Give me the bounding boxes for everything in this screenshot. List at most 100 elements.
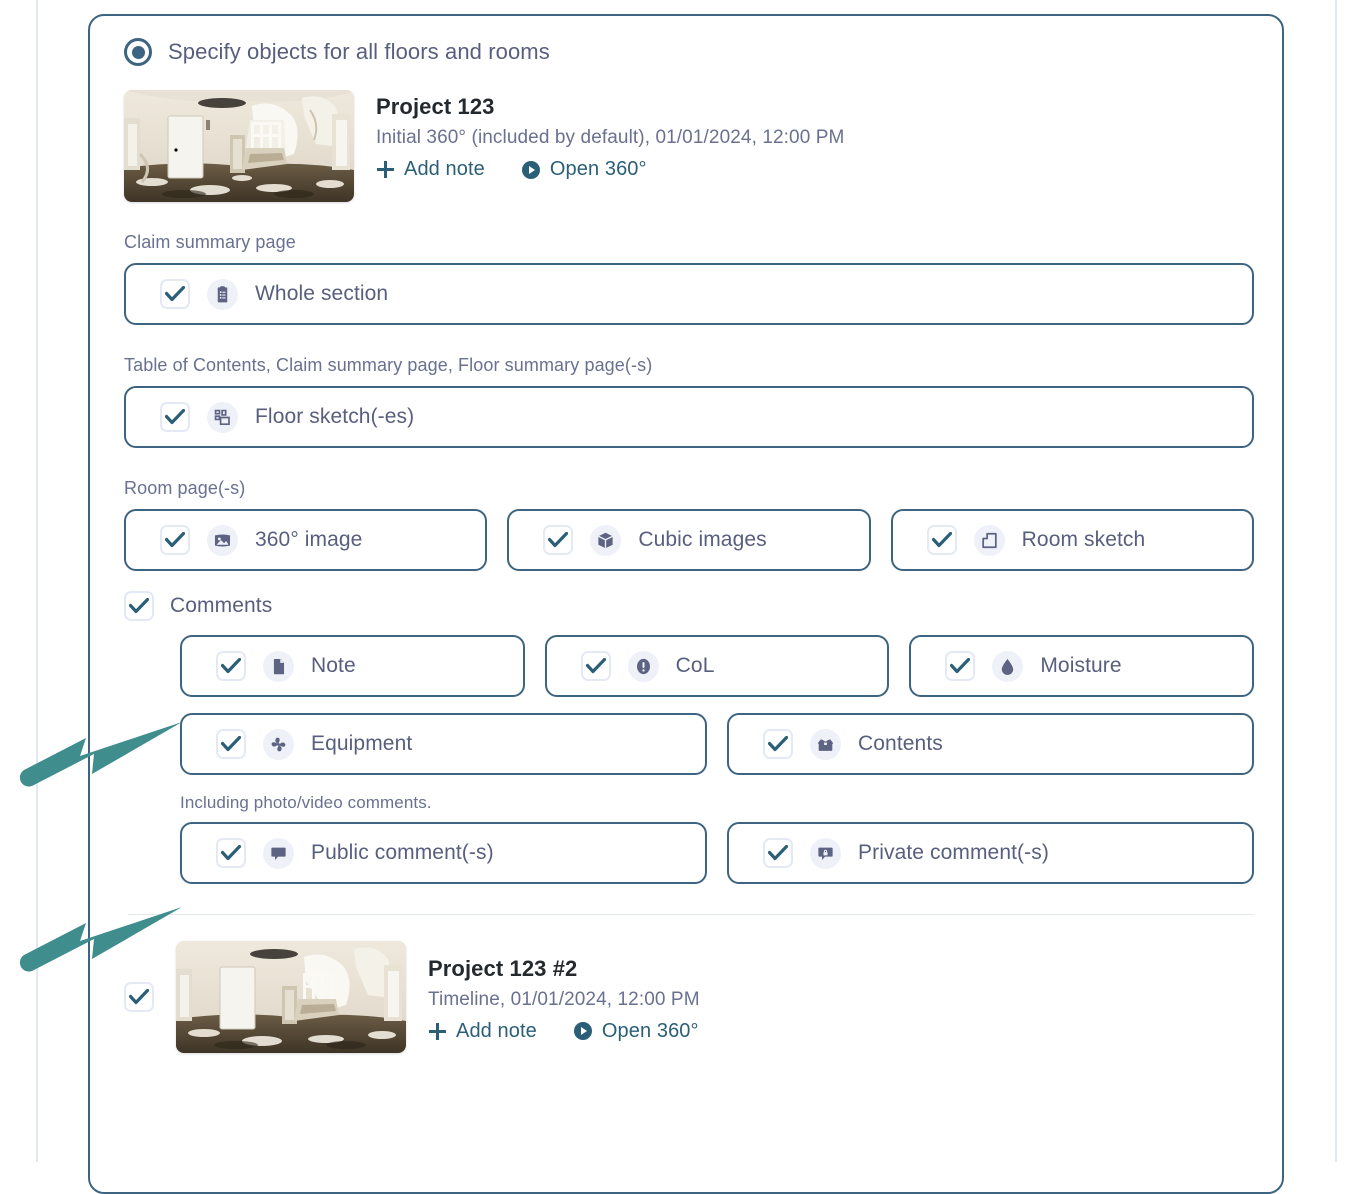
page-rail-right (1335, 0, 1337, 1162)
section-label-claim-summary: Claim summary page (124, 232, 296, 252)
play-circle-icon (573, 1022, 592, 1040)
checkmark-icon (165, 409, 185, 425)
option-label: Floor sketch(-es) (255, 405, 415, 428)
project-2-add-note-label: Add note (456, 1019, 537, 1042)
comments-group-label: Comments (170, 594, 273, 617)
comments-group-toggle[interactable]: Comments (124, 591, 1254, 621)
option-note[interactable]: Note (180, 635, 525, 697)
option-label: Public comment(-s) (311, 841, 494, 864)
project-title: Project 123 (376, 94, 495, 119)
checkmark-icon (221, 658, 241, 674)
exclamation-circle-icon (627, 650, 659, 682)
checkmark-icon (768, 736, 788, 752)
checkbox-contents[interactable] (763, 729, 793, 759)
project-header: Project 123 Initial 360° (included by de… (124, 90, 1254, 202)
project-2-thumbnail[interactable] (176, 941, 406, 1053)
option-label: Cubic images (638, 528, 767, 551)
option-360-image[interactable]: 360° image (124, 509, 488, 571)
panorama-image-icon (207, 524, 238, 556)
scope-radio-option[interactable]: Specify objects for all floors and rooms (124, 32, 1254, 72)
option-label: Whole section (255, 282, 389, 305)
option-equipment[interactable]: Equipment (180, 713, 707, 775)
project-thumbnail[interactable] (124, 90, 354, 202)
document-icon (263, 650, 294, 682)
room-outline-icon (973, 524, 1005, 556)
project-2-add-note-button[interactable]: Add note (428, 1020, 537, 1043)
option-label: Moisture (1040, 654, 1122, 677)
project-subtitle: Initial 360° (included by default), 01/0… (376, 127, 845, 148)
project-2-open-360-button[interactable]: Open 360° (573, 1020, 699, 1043)
page-rail-left (36, 0, 38, 1162)
checkbox-col[interactable] (580, 651, 611, 681)
option-label: Contents (858, 732, 943, 755)
checkmark-icon (931, 532, 952, 548)
checkbox-public-comments[interactable] (216, 838, 246, 868)
option-cubic-images[interactable]: Cubic images (507, 509, 871, 571)
checkmark-icon (221, 736, 241, 752)
section-label-room-page: Room page(-s) (124, 478, 246, 498)
project-2-row: Project 123 #2 Timeline, 01/01/2024, 12:… (124, 941, 1254, 1053)
checkbox-comments[interactable] (124, 591, 154, 621)
speech-bubble-icon (263, 837, 294, 869)
checkmark-icon (585, 658, 606, 674)
section-divider (128, 914, 1254, 915)
photo-video-comments-note: Including photo/video comments. (180, 793, 432, 812)
speech-bubble-lock-icon (810, 837, 841, 869)
add-note-label: Add note (404, 158, 485, 180)
checkmark-icon (165, 286, 185, 302)
plus-icon (429, 1022, 446, 1040)
play-circle-icon (521, 160, 540, 179)
checkmark-icon (768, 845, 788, 861)
checkmark-icon (950, 658, 971, 674)
checkbox-equipment[interactable] (216, 729, 246, 759)
checkbox-project-2[interactable] (124, 982, 154, 1012)
plus-icon (377, 161, 394, 178)
checkmark-icon (165, 532, 185, 548)
option-whole-section[interactable]: Whole section (124, 263, 1254, 325)
checkmark-icon (221, 845, 241, 861)
checkmark-icon (129, 989, 149, 1005)
checkmark-icon (548, 532, 569, 548)
room-page-options-row: 360° image Cubic images Room sketch (124, 509, 1254, 571)
project-2-subtitle: Timeline, 01/01/2024, 12:00 PM (428, 988, 700, 1010)
scope-radio-label: Specify objects for all floors and rooms (168, 39, 550, 64)
clipboard-list-icon (207, 278, 238, 310)
option-moisture[interactable]: Moisture (909, 635, 1255, 697)
checkbox-room-sketch[interactable] (926, 525, 957, 555)
option-contents[interactable]: Contents (727, 713, 1254, 775)
checkbox-note[interactable] (216, 651, 246, 681)
option-floor-sketch[interactable]: Floor sketch(-es) (124, 386, 1254, 448)
option-label: CoL (675, 654, 715, 677)
option-room-sketch[interactable]: Room sketch (890, 509, 1254, 571)
checkbox-whole-section[interactable] (160, 279, 190, 309)
open-box-icon (810, 728, 841, 760)
water-drop-icon (992, 650, 1024, 682)
checkbox-moisture[interactable] (945, 651, 976, 681)
floor-plan-icon (207, 401, 238, 433)
option-label: Equipment (311, 732, 413, 755)
project-2-open-360-label: Open 360° (601, 1019, 699, 1042)
checkbox-360-image[interactable] (160, 525, 190, 555)
option-col[interactable]: CoL (544, 635, 890, 697)
project-2-title: Project 123 #2 (428, 955, 578, 981)
section-label-table-of-contents: Table of Contents, Claim summary page, F… (124, 355, 653, 375)
objects-selection-card: Specify objects for all floors and rooms (88, 14, 1284, 1194)
option-private-comments[interactable]: Private comment(-s) (727, 822, 1254, 884)
fan-icon (263, 728, 294, 760)
add-note-button[interactable]: Add note (376, 158, 485, 181)
radio-selected-icon[interactable] (124, 38, 152, 66)
open-360-button[interactable]: Open 360° (521, 158, 647, 181)
option-label: 360° image (255, 528, 363, 551)
checkbox-floor-sketch[interactable] (160, 402, 190, 432)
option-label: Private comment(-s) (858, 841, 1049, 864)
comment-types-row-2: Equipment Contents (180, 713, 1254, 775)
open-360-label: Open 360° (549, 158, 647, 180)
comment-visibility-row: Public comment(-s) Private comment(-s) (180, 822, 1254, 884)
comment-types-row-1: Note CoL Moisture (180, 635, 1255, 697)
checkbox-private-comments[interactable] (763, 838, 793, 868)
checkbox-cubic-images[interactable] (543, 525, 574, 555)
checkmark-icon (129, 598, 149, 614)
cube-icon (590, 524, 622, 556)
option-label: Room sketch (1021, 528, 1146, 551)
option-public-comments[interactable]: Public comment(-s) (180, 822, 707, 884)
